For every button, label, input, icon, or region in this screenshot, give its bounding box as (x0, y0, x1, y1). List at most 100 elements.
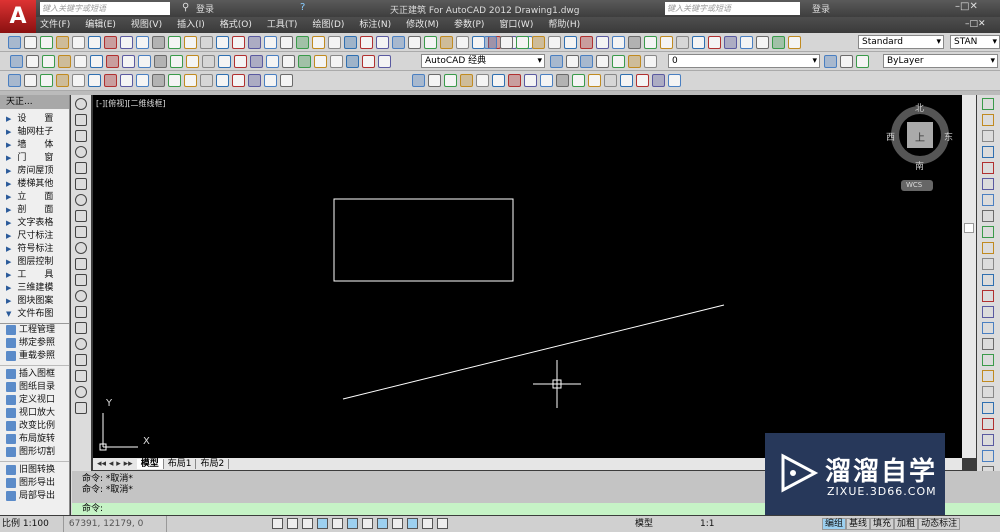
toolbar-tool-icon[interactable] (392, 36, 405, 49)
autocad-logo[interactable]: A (0, 0, 36, 33)
toolbar-tool-icon[interactable] (24, 36, 37, 49)
menu-item[interactable]: 编辑(E) (85, 17, 116, 33)
drafting-toggle-icon[interactable] (346, 518, 358, 529)
toolbar-tool-icon[interactable] (120, 36, 133, 49)
palette-section[interactable]: ▶ 文字表格 (0, 217, 69, 230)
draw-tool-icon[interactable] (75, 98, 87, 110)
toolbar-tool-icon[interactable] (40, 74, 53, 87)
wcs-label[interactable]: WCS (906, 181, 922, 189)
status-toggle-button[interactable]: 动态标注 (918, 518, 961, 530)
toolbar-tool-icon[interactable] (588, 74, 601, 87)
toolbar-tool-icon[interactable] (856, 55, 869, 68)
toolbar-tool-icon[interactable] (344, 36, 357, 49)
toolbar-tool-icon[interactable] (440, 36, 453, 49)
toolbar-tool-icon[interactable] (532, 36, 545, 49)
modify-tool-icon[interactable] (982, 290, 994, 302)
palette-tool[interactable]: 重载参照 (0, 350, 69, 363)
toolbar-tool-icon[interactable] (56, 74, 69, 87)
palette-section[interactable]: ▶ 工 具 (0, 269, 69, 282)
toolbar-tool-icon[interactable] (408, 36, 421, 49)
toolbar-tool-icon[interactable] (88, 36, 101, 49)
toolbar-tool-icon[interactable] (740, 36, 753, 49)
toolbar-tool-icon[interactable] (692, 36, 705, 49)
toolbar-tool-icon[interactable] (40, 36, 53, 49)
toolbar-tool-icon[interactable] (328, 36, 341, 49)
toolbar-tool-icon[interactable] (152, 36, 165, 49)
menu-item[interactable]: 文件(F) (40, 17, 70, 33)
toolbar-tool-icon[interactable] (620, 74, 633, 87)
toolbar-tool-icon[interactable] (232, 74, 245, 87)
modify-tool-icon[interactable] (982, 370, 994, 382)
menu-item[interactable]: 插入(I) (177, 17, 205, 33)
toolbar-tool-icon[interactable] (152, 74, 165, 87)
toolbar-tool-icon[interactable] (572, 74, 585, 87)
compass-north[interactable]: 北 (915, 101, 924, 114)
viewcube-top[interactable]: 上 (915, 129, 925, 144)
menu-item[interactable]: 标注(N) (359, 17, 391, 33)
toolbar-tool-icon[interactable] (56, 36, 69, 49)
modify-tool-icon[interactable] (982, 114, 994, 126)
toolbar-tool-icon[interactable] (500, 36, 513, 49)
model-button[interactable]: 模型 (635, 516, 653, 532)
toolbar-tool-icon[interactable] (564, 36, 577, 49)
toolbar-tool-icon[interactable] (628, 55, 641, 68)
palette-tool[interactable]: 视口放大 (0, 407, 69, 420)
status-toggle-button[interactable]: 编组 (822, 518, 847, 530)
toolbar-tool-icon[interactable] (200, 36, 213, 49)
draw-tool-icon[interactable] (75, 322, 87, 334)
palette-section[interactable]: ▶ 设 置 (0, 113, 69, 126)
toolbar-tool-icon[interactable] (644, 55, 657, 68)
tab-layout2[interactable]: 布局2 (196, 459, 230, 469)
draw-tool-icon[interactable] (75, 210, 87, 222)
search-input[interactable]: 键入关键字或短语 (40, 2, 170, 15)
toolbar-tool-icon[interactable] (250, 55, 263, 68)
toolbar-tool-icon[interactable] (24, 74, 37, 87)
modify-tool-icon[interactable] (982, 242, 994, 254)
modify-tool-icon[interactable] (982, 130, 994, 142)
toolbar-tool-icon[interactable] (424, 36, 437, 49)
palette-section[interactable]: ▶ 房间屋顶 (0, 165, 69, 178)
palette-tool[interactable]: 局部导出 (0, 490, 69, 503)
toolbar-tool-icon[interactable] (170, 55, 183, 68)
toolbar-tool-icon[interactable] (122, 55, 135, 68)
window-controls[interactable]: –□✕ (955, 1, 978, 12)
draw-tool-icon[interactable] (75, 130, 87, 142)
modify-tool-icon[interactable] (982, 306, 994, 318)
draw-tool-icon[interactable] (75, 194, 87, 206)
toolbar-tool-icon[interactable] (612, 55, 625, 68)
menu-item[interactable]: 工具(T) (267, 17, 298, 33)
drafting-toggle-icon[interactable] (361, 518, 373, 529)
toolbar-tool-icon[interactable] (668, 74, 681, 87)
palette-section[interactable]: ▶ 剖 面 (0, 204, 69, 217)
toolbar-tool-icon[interactable] (484, 36, 497, 49)
toolbar-tool-icon[interactable] (644, 36, 657, 49)
toolbar-tool-icon[interactable] (524, 74, 537, 87)
palette-expanded-section[interactable]: ▼ 文件布图 (0, 308, 69, 321)
toolbar-tool-icon[interactable] (200, 74, 213, 87)
draw-tool-icon[interactable] (75, 226, 87, 238)
toolbar-tool-icon[interactable] (362, 55, 375, 68)
modify-tool-icon[interactable] (982, 162, 994, 174)
drafting-toggle-icon[interactable] (406, 518, 418, 529)
menu-item[interactable]: 参数(P) (454, 17, 484, 33)
drafting-toggle-icon[interactable] (301, 518, 313, 529)
drafting-toggle-icon[interactable] (436, 518, 448, 529)
palette-tool[interactable]: 图形切割 (0, 446, 69, 459)
palette-title[interactable]: 天正... (0, 95, 69, 109)
toolbar-tool-icon[interactable] (314, 55, 327, 68)
workspace-select[interactable]: AutoCAD 经典 (421, 54, 545, 68)
toolbar-tool-icon[interactable] (724, 36, 737, 49)
palette-section[interactable]: ▶ 门 窗 (0, 152, 69, 165)
modify-tool-icon[interactable] (982, 402, 994, 414)
toolbar-tool-icon[interactable] (138, 55, 151, 68)
toolbar-tool-icon[interactable] (378, 55, 391, 68)
palette-section[interactable]: ▶ 楼梯其他 (0, 178, 69, 191)
toolbar-tool-icon[interactable] (596, 36, 609, 49)
toolbar-tool-icon[interactable] (612, 36, 625, 49)
tab-layout1[interactable]: 布局1 (163, 459, 197, 469)
drafting-toggle-icon[interactable] (271, 518, 283, 529)
palette-tool[interactable]: 旧图转换 (0, 464, 69, 477)
toolbar-tool-icon[interactable] (264, 74, 277, 87)
palette-section[interactable]: ▶ 符号标注 (0, 243, 69, 256)
toolbar-tool-icon[interactable] (548, 36, 561, 49)
